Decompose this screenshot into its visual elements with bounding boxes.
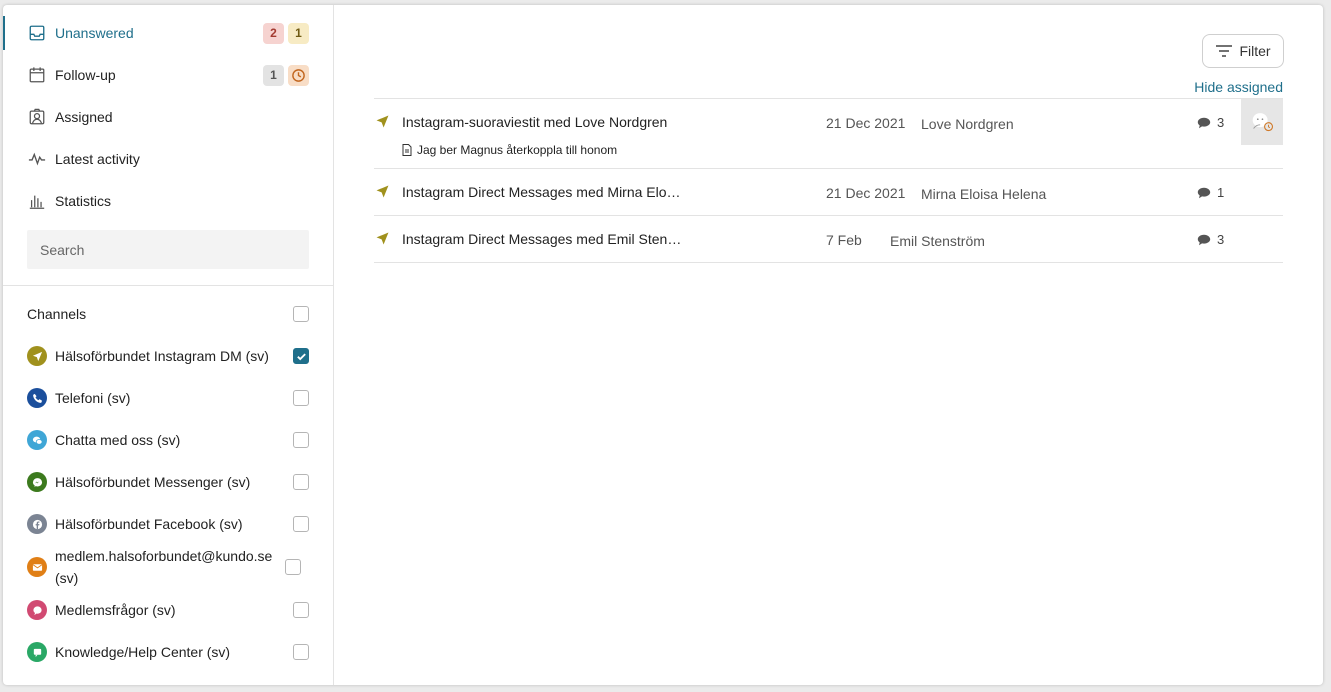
sidebar-item-label: Unanswered [55,25,134,41]
channel-item[interactable]: Hälsoförbundet Instagram DM (sv) [3,335,333,377]
filter-button-label: Filter [1239,43,1271,59]
channel-label: Knowledge/Help Center (sv) [55,644,231,660]
channel-item[interactable]: Medlemsfrågor (sv) [3,589,333,631]
conversation-subject[interactable]: Instagram Direct Messages med Mirna Elo… [402,184,681,200]
app-window: Unanswered 2 1 Follow-up 1 Assigned Late… [3,5,1323,685]
hide-assigned-link[interactable]: Hide assigned [1194,79,1283,95]
conversation-subject[interactable]: Instagram-suoraviestit med Love Nordgren [402,114,667,130]
message-count-value: 3 [1217,232,1225,247]
comment-icon [1197,187,1211,198]
avatar[interactable] [1241,99,1283,145]
message-count: 1 [1197,185,1224,200]
filter-icon [1216,45,1233,57]
conversation-row[interactable]: Instagram-suoraviestit med Love Nordgren… [374,99,1283,169]
search-input[interactable] [27,230,309,269]
phone-icon [27,388,47,408]
channel-item[interactable]: Knowledge/Help Center (sv) [3,631,333,673]
channel-checkbox[interactable] [293,348,309,364]
message-count: 3 [1197,232,1224,247]
channel-item[interactable]: medlem.halsoforbundet@kundo.se (sv) [3,545,333,589]
channel-checkbox[interactable] [293,602,309,618]
channel-label: Hälsoförbundet Facebook (sv) [55,516,243,532]
sidebar: Unanswered 2 1 Follow-up 1 Assigned Late… [3,5,334,685]
conversation-list: Instagram-suoraviestit med Love Nordgren… [374,98,1283,263]
clock-icon [288,64,309,86]
channel-item[interactable]: Telefoni (sv) [3,377,333,419]
instagram-dm-icon [27,346,47,366]
conversation-date: 21 Dec 2021 [826,185,906,201]
conversation-subject[interactable]: Instagram Direct Messages med Emil Sten… [402,231,681,247]
assigned-user-icon [27,107,47,127]
comment-icon [1197,117,1211,128]
channel-checkbox[interactable] [293,644,309,660]
follow-up-count-badge: 1 [263,64,284,86]
sidebar-item-label: Assigned [55,109,113,125]
sidebar-item-follow-up[interactable]: Follow-up 1 [3,54,333,96]
channel-checkbox[interactable] [293,432,309,448]
assignee-avatar-icon [1252,113,1274,132]
channel-item[interactable]: Hälsoförbundet Messenger (sv) [3,461,333,503]
channel-item[interactable]: Chatta med oss (sv) [3,419,333,461]
message-count-value: 3 [1217,115,1225,130]
comment-icon [1197,234,1211,245]
channel-label: medlem.halsoforbundet@kundo.se (sv) [55,548,273,586]
unanswered-pending-badge: 1 [288,22,309,44]
help-center-icon [27,642,47,662]
conversation-date: 7 Feb [826,232,862,248]
sidebar-item-label: Follow-up [55,67,116,83]
channel-checkbox[interactable] [293,516,309,532]
activity-icon [27,149,47,169]
channel-checkbox[interactable] [285,559,301,575]
question-bubble-icon [27,600,47,620]
channel-label: Telefoni (sv) [55,390,131,406]
channel-label: Hälsoförbundet Instagram DM (sv) [55,348,269,364]
conversation-contact: Love Nordgren [921,116,1014,132]
channels-panel: Channels Hälsoförbundet Instagram DM (sv… [3,286,333,673]
instagram-dm-icon [376,232,389,245]
email-icon [27,557,47,577]
message-count: 3 [1197,115,1224,130]
conversation-list-panel: Filter Hide assigned Instagram-suoravies… [334,5,1323,685]
channel-label: Chatta med oss (sv) [55,432,181,448]
conversation-contact: Emil Stenström [890,233,985,249]
channels-header-row: Channels [3,293,333,335]
sidebar-nav: Unanswered 2 1 Follow-up 1 Assigned Late… [3,5,333,222]
channel-checkbox[interactable] [293,390,309,406]
channel-label: Medlemsfrågor (sv) [55,602,176,618]
facebook-icon [27,514,47,534]
channel-checkbox[interactable] [293,474,309,490]
search-container [3,222,333,285]
sidebar-item-latest-activity[interactable]: Latest activity [3,138,333,180]
channel-label: Hälsoförbundet Messenger (sv) [55,474,251,490]
conversation-row[interactable]: Instagram Direct Messages med Mirna Elo…… [374,169,1283,216]
channel-item[interactable]: Hälsoförbundet Facebook (sv) [3,503,333,545]
instagram-dm-icon [376,185,389,198]
chat-icon [27,430,47,450]
filter-button[interactable]: Filter [1202,34,1284,68]
unanswered-count-badge: 2 [263,22,284,44]
message-count-value: 1 [1217,185,1225,200]
calendar-icon [27,65,47,85]
inbox-icon [27,23,47,43]
note-icon [402,144,412,156]
channels-select-all-checkbox[interactable] [293,306,309,322]
conversation-date: 21 Dec 2021 [826,115,906,131]
channels-header: Channels [27,306,87,322]
conversation-contact: Mirna Eloisa Helena [921,186,1047,202]
sidebar-item-assigned[interactable]: Assigned [3,96,333,138]
conversation-note: Jag ber Magnus återkoppla till honom [402,143,617,157]
sidebar-item-label: Statistics [55,193,112,209]
sidebar-item-unanswered[interactable]: Unanswered 2 1 [3,12,333,54]
instagram-dm-icon [376,115,389,128]
sidebar-item-statistics[interactable]: Statistics [3,180,333,222]
sidebar-item-label: Latest activity [55,151,140,167]
messenger-icon [27,472,47,492]
bar-chart-icon [27,191,47,211]
conversation-note-text: Jag ber Magnus återkoppla till honom [417,143,618,157]
conversation-row[interactable]: Instagram Direct Messages med Emil Sten…… [374,216,1283,263]
